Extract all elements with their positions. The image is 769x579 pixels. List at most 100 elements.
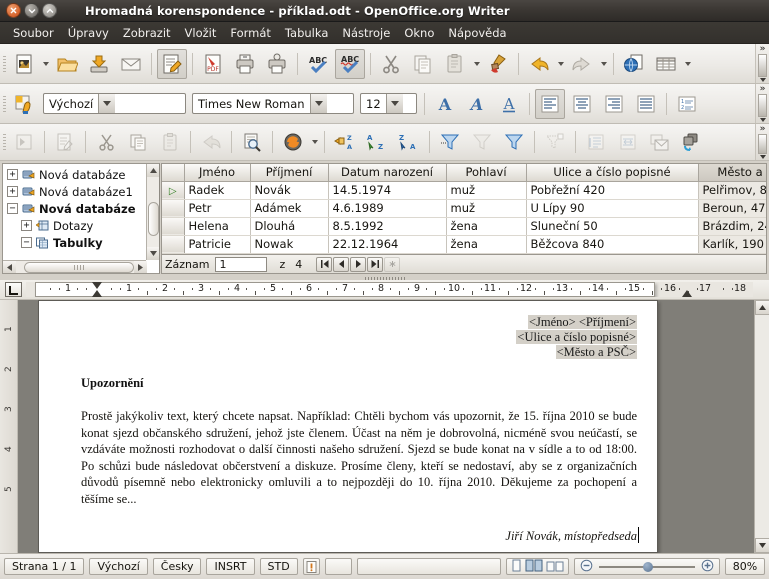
table-row[interactable]: Helena Dlouhá 8.5.1992 žena Sluneční 50 … — [162, 217, 766, 236]
cell-ulice[interactable]: U Lípy 90 — [526, 199, 699, 218]
new-document-dropdown[interactable] — [40, 50, 51, 78]
zoom-slider[interactable] — [574, 558, 721, 575]
tab-stop-selector[interactable] — [5, 282, 22, 297]
font-size-combo[interactable]: 12 — [360, 93, 417, 114]
menu-tabulka[interactable]: Tabulka — [278, 24, 335, 42]
undo-record-icon[interactable] — [196, 127, 226, 157]
cell-ulice[interactable]: Sluneční 50 — [526, 217, 699, 236]
cell-prijmeni[interactable]: Novák — [250, 181, 329, 200]
page-indicator[interactable]: Strana 1 / 1 — [4, 558, 85, 575]
toolbar-grip[interactable] — [0, 124, 8, 160]
book-view-button[interactable] — [546, 559, 564, 575]
minimize-button[interactable] — [24, 3, 39, 18]
cell-pohlavi[interactable]: muž — [446, 199, 527, 218]
digital-signature-indicator[interactable] — [324, 558, 353, 575]
hyperlink-icon[interactable] — [619, 49, 649, 79]
edit-data-icon[interactable] — [50, 127, 80, 157]
vertical-ruler[interactable]: 1 2 3 4 5 — [0, 300, 18, 553]
cell-jmeno[interactable]: Patricie — [184, 235, 251, 254]
first-record-button[interactable] — [316, 256, 333, 272]
data-source-grid[interactable]: Jméno Příjmení Datum narození Pohlaví Ul… — [162, 164, 766, 254]
row-marker[interactable] — [162, 235, 185, 254]
document-page[interactable]: <Jméno> <Příjmení> <Ulice a číslo popisn… — [38, 300, 658, 553]
save-icon[interactable] — [84, 49, 114, 79]
tree-item-nova-databaze[interactable]: + Nová databáze — [5, 166, 159, 183]
italic-icon[interactable]: A — [462, 89, 492, 119]
row-marker[interactable] — [162, 217, 185, 236]
insert-table-dropdown[interactable] — [682, 50, 693, 78]
language-indicator[interactable]: Česky — [152, 558, 202, 575]
document-canvas[interactable]: <Jméno> <Příjmení> <Ulice a číslo popisn… — [18, 300, 769, 553]
sort-descending-icon[interactable]: Z A — [394, 127, 424, 157]
cell-mesto-psc[interactable]: Brázdim, 240 90 — [698, 217, 766, 236]
cut-icon[interactable] — [376, 49, 406, 79]
tree-scroll-left-button[interactable] — [3, 260, 16, 273]
paste-dropdown[interactable] — [471, 50, 482, 78]
data-grid-scroll[interactable]: Jméno Příjmení Datum narození Pohlaví Ul… — [161, 163, 767, 255]
cell-ulice[interactable]: Pobřežní 420 — [526, 181, 699, 200]
data-to-fields-icon[interactable] — [613, 127, 643, 157]
font-size-dropdown-arrow[interactable] — [385, 94, 403, 113]
cell-ulice[interactable]: Běžcova 840 — [526, 235, 699, 254]
menu-zobrazit[interactable]: Zobrazit — [116, 24, 178, 42]
right-indent-marker[interactable] — [682, 290, 692, 297]
selection-mode-indicator[interactable]: STD — [259, 558, 298, 575]
overflow-scrollbar[interactable] — [758, 54, 767, 77]
cut-icon[interactable] — [91, 127, 121, 157]
maximize-button[interactable] — [42, 3, 57, 18]
export-pdf-icon[interactable]: PDF — [198, 49, 228, 79]
formatting-toolbar-overflow[interactable]: » — [755, 84, 769, 123]
cell-pohlavi[interactable]: muž — [446, 181, 527, 200]
data-to-text-icon[interactable] — [581, 127, 611, 157]
cell-mesto-psc[interactable]: Pelřimov, 850 41 — [698, 181, 766, 200]
table-row[interactable]: ▷ Radek Novák 14.5.1974 muž Pobřežní 420… — [162, 181, 766, 200]
close-button[interactable] — [6, 3, 21, 18]
zoom-in-button[interactable] — [701, 559, 714, 575]
autospellcheck-icon[interactable]: ABC — [335, 48, 365, 79]
first-line-indent-marker[interactable] — [92, 282, 102, 289]
print-preview-icon[interactable] — [262, 49, 292, 79]
edit-file-icon[interactable] — [157, 48, 187, 79]
grid-header-datum-narozeni[interactable]: Datum narození — [328, 164, 447, 182]
grid-header-prijmeni[interactable]: Příjmení — [250, 164, 329, 182]
tree-collapse-icon[interactable]: − — [21, 237, 32, 248]
cell-pohlavi[interactable]: žena — [446, 235, 527, 254]
horizontal-ruler[interactable]: 1 1 2 3 4 5 6 7 8 9 10 11 12 13 14 15 16… — [26, 282, 753, 297]
last-record-button[interactable] — [367, 256, 384, 272]
font-name-dropdown-arrow[interactable] — [309, 94, 327, 113]
menu-vlozit[interactable]: Vložit — [178, 24, 224, 42]
document-vertical-scrollbar[interactable] — [754, 300, 769, 553]
document-body[interactable]: <Jméno> <Příjmení> <Ulice a číslo popisn… — [81, 315, 639, 544]
clone-formatting-icon[interactable] — [483, 49, 513, 79]
menu-nastroje[interactable]: Nástroje — [335, 24, 397, 42]
cell-prijmeni[interactable]: Nowak — [250, 235, 329, 254]
cell-datum-narozeni[interactable]: 22.12.1964 — [328, 235, 447, 254]
tree-horizontal-scrollbar[interactable] — [3, 260, 147, 273]
tree-expander-icon[interactable]: + — [7, 169, 18, 180]
tree-hscroll-thumb[interactable] — [24, 261, 134, 273]
align-right-icon[interactable] — [599, 89, 629, 119]
paragraph-style-combo[interactable]: Výchozí — [43, 93, 186, 114]
sort-dialog-icon[interactable]: Z A — [330, 127, 360, 157]
apply-filter-icon[interactable] — [467, 127, 497, 157]
paste-icon[interactable] — [440, 49, 470, 79]
overflow-scrollbar[interactable] — [758, 134, 767, 154]
cell-mesto-psc[interactable]: Karlík, 190 42 — [698, 235, 766, 254]
data-source-explorer[interactable]: + Nová databáze + Nová databáze1 − Nová … — [2, 163, 160, 274]
tree-item-nova-databaze1[interactable]: + Nová databáze1 — [5, 183, 159, 200]
single-page-view-button[interactable] — [511, 559, 522, 575]
align-justify-icon[interactable] — [631, 89, 661, 119]
undo-dropdown[interactable] — [555, 50, 566, 78]
remove-filter-icon[interactable] — [540, 127, 570, 157]
tree-vertical-scrollbar[interactable] — [146, 164, 159, 260]
standard-toolbar-overflow[interactable]: » — [755, 44, 769, 83]
save-record-icon[interactable] — [9, 127, 39, 157]
data-sources-icon[interactable] — [677, 127, 707, 157]
find-record-icon[interactable] — [237, 127, 267, 157]
grid-header-jmeno[interactable]: Jméno — [184, 164, 251, 182]
spellcheck-icon[interactable]: ABC — [303, 49, 333, 79]
document-scroll-up-button[interactable] — [754, 300, 769, 315]
cell-datum-narozeni[interactable]: 4.6.1989 — [328, 199, 447, 218]
copy-icon[interactable] — [123, 127, 153, 157]
previous-record-button[interactable] — [333, 256, 350, 272]
